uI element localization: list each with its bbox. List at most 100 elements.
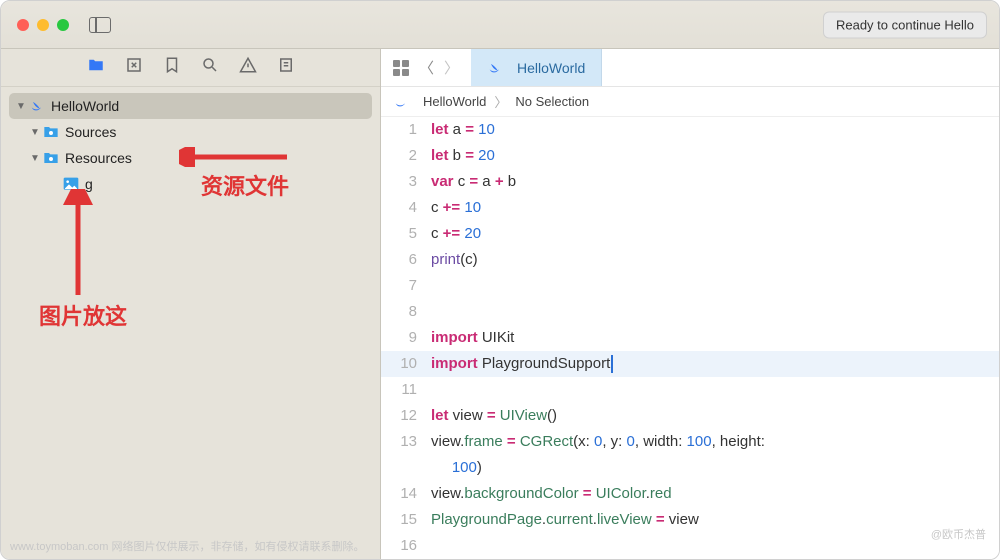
navigator-sidebar: ▼ HelloWorld ▼ Sources ▼: [1, 49, 381, 559]
line-number: 15: [381, 507, 431, 533]
project-tree: ▼ HelloWorld ▼ Sources ▼: [1, 87, 380, 203]
folder-label: Sources: [65, 124, 116, 140]
jump-selection: No Selection: [515, 94, 589, 109]
code-text: c += 10: [431, 195, 999, 221]
code-text: [431, 273, 999, 299]
zoom-button[interactable]: [57, 19, 69, 31]
line-number: 7: [381, 273, 431, 299]
code-line[interactable]: 5c += 20: [381, 221, 999, 247]
code-text: view.backgroundColor = UIColor.red: [431, 481, 999, 507]
code-text: let view = UIView(): [431, 403, 999, 429]
navigator-selector: [1, 49, 380, 87]
editor-tab[interactable]: HelloWorld: [471, 49, 602, 86]
line-number: 8: [381, 299, 431, 325]
line-number: 13: [381, 429, 431, 481]
code-line[interactable]: 9import UIKit: [381, 325, 999, 351]
swift-playground-icon: [29, 98, 45, 114]
tab-label: HelloWorld: [517, 60, 585, 76]
chevron-down-icon: ▼: [29, 127, 41, 138]
chevron-down-icon: ▼: [15, 101, 27, 112]
watermark-left: www.toymoban.com 网络图片仅供展示，非存储，如有侵权请联系删除。: [10, 538, 364, 554]
folder-gear-icon: [43, 125, 59, 139]
code-text: c += 20: [431, 221, 999, 247]
swift-icon: [487, 60, 503, 76]
nav-back-button[interactable]: 〈: [419, 57, 434, 78]
code-text: let a = 10: [431, 117, 999, 143]
code-editor[interactable]: 1let a = 102let b = 203var c = a + b4c +…: [381, 117, 999, 559]
xcode-window: Ready to continue Hello ▼ HelloWorld: [0, 0, 1000, 560]
line-number: 1: [381, 117, 431, 143]
watermark-right: @欧币杰普: [931, 526, 986, 542]
editor-tabbar: 〈 〉 HelloWorld: [381, 49, 999, 87]
line-number: 6: [381, 247, 431, 273]
code-text: let b = 20: [431, 143, 999, 169]
line-number: 5: [381, 221, 431, 247]
window-body: ▼ HelloWorld ▼ Sources ▼: [1, 49, 999, 559]
line-number: 9: [381, 325, 431, 351]
line-number: 12: [381, 403, 431, 429]
code-text: import UIKit: [431, 325, 999, 351]
jump-bar[interactable]: HelloWorld 〉 No Selection: [381, 87, 999, 117]
code-text: [431, 533, 999, 559]
chevron-down-icon: ▼: [29, 153, 41, 164]
image-file[interactable]: g: [9, 171, 372, 197]
traffic-lights: [17, 19, 69, 31]
related-items-icon[interactable]: [393, 60, 409, 76]
swift-icon: [393, 94, 409, 110]
minimize-button[interactable]: [37, 19, 49, 31]
annotation-image-here: 图片放这: [39, 299, 127, 331]
code-text: var c = a + b: [431, 169, 999, 195]
code-line[interactable]: 10import PlaygroundSupport: [381, 351, 999, 377]
issues-icon[interactable]: [239, 56, 257, 79]
editor-area: 〈 〉 HelloWorld HelloWorld 〉 No Selection: [381, 49, 999, 559]
line-number: 10: [381, 351, 431, 377]
code-text: import PlaygroundSupport: [431, 351, 999, 377]
status-bar: Ready to continue Hello: [823, 11, 987, 38]
code-line[interactable]: 11: [381, 377, 999, 403]
code-text: print(c): [431, 247, 999, 273]
chevron-right-icon: 〉: [494, 92, 507, 111]
line-number: 11: [381, 377, 431, 403]
text-cursor: [611, 355, 613, 373]
code-line[interactable]: 15PlaygroundPage.current.liveView = view: [381, 507, 999, 533]
nav-forward-button[interactable]: 〉: [444, 57, 459, 78]
code-line[interactable]: 13view.frame = CGRect(x: 0, y: 0, width:…: [381, 429, 999, 481]
line-number: 16: [381, 533, 431, 559]
image-file-icon: [63, 177, 79, 191]
bookmark-icon[interactable]: [163, 56, 181, 79]
code-text: view.frame = CGRect(x: 0, y: 0, width: 1…: [431, 429, 999, 481]
resources-folder[interactable]: ▼ Resources: [9, 145, 372, 171]
folder-label: Resources: [65, 150, 132, 166]
code-line[interactable]: 3var c = a + b: [381, 169, 999, 195]
project-label: HelloWorld: [51, 98, 119, 114]
code-line[interactable]: 6print(c): [381, 247, 999, 273]
debug-icon[interactable]: [277, 56, 295, 79]
code-line[interactable]: 2let b = 20: [381, 143, 999, 169]
code-line[interactable]: 12let view = UIView(): [381, 403, 999, 429]
code-line[interactable]: 4c += 10: [381, 195, 999, 221]
search-icon[interactable]: [201, 56, 219, 79]
code-line[interactable]: 14view.backgroundColor = UIColor.red: [381, 481, 999, 507]
close-button[interactable]: [17, 19, 29, 31]
code-line[interactable]: 16: [381, 533, 999, 559]
code-line[interactable]: 8: [381, 299, 999, 325]
sidebar-toggle-icon[interactable]: [89, 17, 111, 33]
code-text: [431, 299, 999, 325]
file-label: g: [85, 176, 93, 192]
jump-root: HelloWorld: [423, 94, 486, 109]
code-text: [431, 377, 999, 403]
editor-nav-controls: 〈 〉: [381, 57, 471, 78]
code-line[interactable]: 1let a = 10: [381, 117, 999, 143]
line-number: 3: [381, 169, 431, 195]
line-number: 2: [381, 143, 431, 169]
code-text: PlaygroundPage.current.liveView = view: [431, 507, 999, 533]
annotation-arrow: [63, 189, 93, 299]
source-control-icon[interactable]: [125, 56, 143, 79]
line-number: 14: [381, 481, 431, 507]
folder-nav-icon[interactable]: [87, 56, 105, 79]
sources-folder[interactable]: ▼ Sources: [9, 119, 372, 145]
project-root[interactable]: ▼ HelloWorld: [9, 93, 372, 119]
folder-gear-icon: [43, 151, 59, 165]
code-line[interactable]: 7: [381, 273, 999, 299]
titlebar: Ready to continue Hello: [1, 1, 999, 49]
